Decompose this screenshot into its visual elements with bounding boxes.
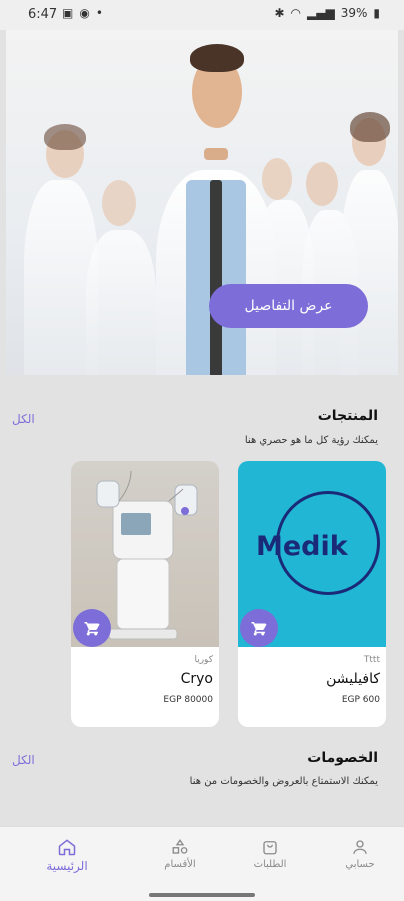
product-card[interactable]: كوريا Cryo EGP 80000 (71, 461, 219, 727)
product-price: EGP 600 (341, 695, 380, 705)
add-to-cart-button[interactable] (73, 609, 111, 647)
battery-icon: ▮ (373, 6, 380, 20)
cart-icon (251, 622, 267, 636)
status-time: 6:47 (28, 7, 58, 22)
view-details-button[interactable]: عرض التفاصيل (209, 284, 368, 328)
product-card[interactable]: Medik Tttt كافيليشن EGP 600 (238, 461, 386, 727)
discounts-subtitle: يمكنك الاستمتاع بالعروض والخصومات من هنا (189, 776, 378, 787)
medik-logo-text: Medik (256, 531, 348, 562)
hero-doctor-hair (190, 44, 244, 72)
bottom-tab-bar: حسابي الطلبات الأقسام الرئيسية (0, 826, 404, 901)
hero-person-head (262, 158, 292, 200)
battery-percent: 39% (340, 6, 368, 20)
hero-person (86, 230, 156, 375)
cart-icon (84, 622, 100, 636)
hero-person-hair (350, 112, 390, 142)
notification-icons: ▣ ◉ • (62, 6, 103, 20)
bluetooth-icon: ✱ (274, 6, 285, 20)
dot-icon: • (95, 6, 103, 20)
add-to-cart-button[interactable] (240, 609, 278, 647)
status-bar: 6:47 ▣ ◉ • ✱ ◠ ▂▄▆ 39% ▮ (0, 0, 404, 30)
tab-label: الأقسام (164, 859, 196, 870)
hero-person (340, 170, 398, 375)
tab-orders[interactable]: الطلبات (235, 835, 305, 870)
product-name: Cryo (180, 671, 213, 687)
product-image: Medik (238, 461, 386, 647)
home-icon (58, 839, 76, 856)
bag-icon (263, 841, 277, 855)
shapes-icon (172, 839, 188, 854)
home-indicator (149, 893, 255, 897)
image-notification-icon: ▣ (62, 6, 74, 20)
hero-person-head (102, 180, 136, 226)
signal-icon: ▂▄▆ (307, 6, 335, 20)
hero-banner: عرض التفاصيل (6, 30, 398, 375)
discounts-see-all-link[interactable]: الكل (12, 753, 35, 767)
product-category: Tttt (363, 655, 380, 665)
hero-person-hair (44, 124, 86, 150)
discounts-title: الخصومات (307, 750, 378, 766)
hero-doctor-neck (204, 148, 228, 160)
tab-label: الرئيسية (46, 859, 88, 873)
product-name: كافيليشن (326, 671, 380, 687)
tab-home[interactable]: الرئيسية (32, 835, 102, 873)
tab-account[interactable]: حسابي (325, 835, 395, 870)
person-icon (353, 840, 367, 854)
hero-doctor-tie (210, 180, 222, 375)
product-price: EGP 80000 (163, 695, 213, 705)
product-category: كوريا (194, 655, 213, 665)
products-title: المنتجات (317, 408, 378, 424)
products-see-all-link[interactable]: الكل (12, 412, 35, 426)
product-image (71, 461, 219, 647)
snapchat-icon: ◉ (79, 6, 90, 20)
tab-categories[interactable]: الأقسام (145, 835, 215, 870)
products-subtitle: يمكنك رؤية كل ما هو حصري هنا (244, 435, 378, 446)
tab-label: حسابي (345, 859, 375, 870)
wifi-icon: ◠ (290, 6, 302, 20)
hero-person-head (306, 162, 338, 206)
tab-label: الطلبات (253, 859, 287, 870)
status-right: ✱ ◠ ▂▄▆ 39% ▮ (274, 6, 380, 20)
